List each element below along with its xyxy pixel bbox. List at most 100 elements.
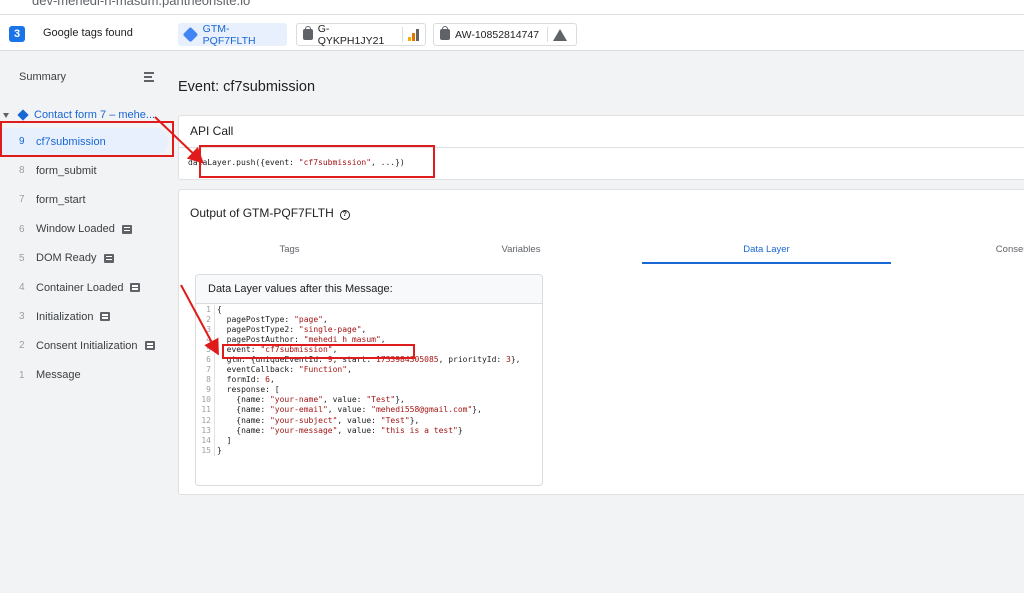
code-value: "your-subject" bbox=[269, 415, 338, 425]
code-text: response: [ bbox=[217, 385, 280, 395]
code-text: {name: bbox=[217, 415, 270, 425]
code-line: 8 formId: 6, bbox=[196, 375, 542, 386]
event-number: 6 bbox=[19, 223, 25, 235]
annotation-box-event-line bbox=[222, 344, 415, 359]
data-layer-code: 1{2 pagePostType: "page", 3 pagePostType2… bbox=[196, 305, 542, 456]
sidebar-event-container-loaded[interactable]: 4 Container Loaded bbox=[0, 274, 171, 301]
event-label: Window Loaded bbox=[36, 223, 115, 236]
tag-chip-gtm[interactable]: GTM-PQF7FLTH bbox=[178, 23, 287, 47]
message-icon bbox=[130, 283, 141, 292]
code-text: , value: bbox=[322, 395, 367, 405]
code-value: "page" bbox=[294, 315, 323, 325]
message-icon bbox=[144, 341, 155, 351]
sidebar-event-dom-ready[interactable]: 5 DOM Ready bbox=[0, 245, 171, 272]
help-icon[interactable]: ? bbox=[339, 210, 350, 220]
code-text: , bbox=[347, 365, 352, 375]
code-text: , value: bbox=[327, 405, 372, 415]
sidebar-event-consent-initialization[interactable]: 2 Consent Initialization bbox=[0, 332, 171, 359]
code-value: "your-name" bbox=[269, 395, 323, 405]
code-value: "your-email" bbox=[269, 405, 328, 415]
code-line: 11 {name: "your-email", value: "mehedi55… bbox=[196, 405, 542, 416]
gtm-icon bbox=[182, 26, 198, 43]
event-label: DOM Ready bbox=[36, 252, 97, 265]
event-number: 7 bbox=[19, 194, 25, 206]
tab-data-layer[interactable]: Data Layer bbox=[642, 238, 891, 264]
code-line: 10 {name: "your-name", value: "Test"}, bbox=[196, 395, 542, 406]
output-title: Output of GTM-PQF7FLTH? bbox=[190, 206, 350, 220]
code-value: "Test" bbox=[366, 395, 396, 405]
code-line: 13 {name: "your-message", value: "this i… bbox=[196, 425, 542, 436]
sidebar-event-message[interactable]: 1 Message bbox=[0, 362, 171, 389]
event-number: 4 bbox=[19, 282, 25, 293]
bag-icon bbox=[440, 26, 450, 40]
line-number: 5 bbox=[206, 345, 211, 355]
container-label: Contact form 7 – mehe... bbox=[34, 109, 156, 121]
tags-count-badge: 3 bbox=[9, 26, 25, 42]
line-number: 14 bbox=[201, 435, 211, 445]
data-layer-header: Data Layer values after this Message: bbox=[196, 275, 542, 304]
tab-tags[interactable]: Tags bbox=[179, 238, 400, 264]
event-label: Message bbox=[36, 369, 81, 382]
tag-chip-ga4[interactable]: G-QYKPH1JY21 bbox=[296, 23, 426, 47]
event-number: 8 bbox=[19, 165, 25, 177]
google-ads-icon bbox=[553, 28, 569, 41]
line-number: 15 bbox=[201, 445, 211, 455]
data-layer-panel: Data Layer values after this Message: 1{… bbox=[195, 274, 543, 486]
tab-variables[interactable]: Variables bbox=[400, 238, 642, 264]
sidebar-event-initialization[interactable]: 3 Initialization bbox=[0, 303, 171, 330]
code-text: pagePostType2: bbox=[217, 325, 299, 335]
code-text: }, bbox=[409, 415, 420, 425]
event-label: form_start bbox=[36, 193, 86, 206]
code-text: formId: bbox=[217, 375, 266, 385]
code-text: , value: bbox=[337, 425, 381, 435]
line-number: 3 bbox=[206, 325, 211, 335]
code-text: pagePostType: bbox=[217, 315, 295, 325]
code-line: 1{ bbox=[196, 305, 542, 316]
code-text: {name: bbox=[217, 425, 270, 435]
summary-link[interactable]: Summary bbox=[19, 71, 66, 83]
code-text: , bbox=[322, 315, 328, 325]
message-icon bbox=[103, 253, 114, 263]
code-line: 3 pagePostType2: "single-page", bbox=[196, 325, 542, 336]
sidebar-event-form-submit[interactable]: 8 form_submit bbox=[0, 157, 171, 184]
code-value: "Test" bbox=[380, 415, 410, 425]
code-text: eventCallback: bbox=[217, 365, 299, 375]
code-text: }, bbox=[395, 395, 405, 405]
line-number: 10 bbox=[201, 395, 211, 405]
tag-assistant-topbar: 3 Google tags found GTM-PQF7FLTH G-QYKPH… bbox=[0, 15, 1024, 51]
code-text: ] bbox=[217, 435, 232, 445]
api-call-title: API Call bbox=[190, 124, 234, 138]
main-panel: Event: cf7submission API Call dataLayer.… bbox=[171, 51, 1024, 593]
line-number: 12 bbox=[201, 415, 211, 425]
page-title: Event: cf7submission bbox=[178, 79, 316, 95]
analytics-icon bbox=[407, 28, 419, 41]
line-number: 8 bbox=[206, 375, 211, 385]
sidebar-event-form-start[interactable]: 7 form_start bbox=[0, 186, 171, 213]
tag-chip-google-ads[interactable]: AW-10852814747 bbox=[433, 23, 577, 46]
bag-icon bbox=[303, 26, 313, 40]
event-label: Consent Initialization bbox=[36, 339, 138, 352]
code-value: "mehedi558@gmail.com" bbox=[371, 405, 473, 415]
code-line: 7 eventCallback: "Function", bbox=[196, 365, 542, 376]
code-value: "Function" bbox=[298, 365, 348, 375]
code-text: {name: bbox=[217, 405, 270, 415]
event-number: 5 bbox=[19, 252, 25, 264]
line-number: 2 bbox=[206, 315, 211, 325]
output-tabs: Tags Variables Data Layer Consent bbox=[179, 238, 1024, 264]
line-number: 9 bbox=[206, 385, 211, 395]
output-card: Output of GTM-PQF7FLTH? Tags Variables D… bbox=[178, 189, 1024, 495]
gtm-icon bbox=[17, 109, 29, 121]
code-value: "your-message" bbox=[269, 425, 338, 435]
code-text: { bbox=[217, 305, 222, 314]
clear-list-icon[interactable] bbox=[144, 71, 156, 83]
code-text: }, bbox=[472, 405, 482, 415]
code-text: } bbox=[217, 445, 222, 455]
sidebar-event-window-loaded[interactable]: 6 Window Loaded bbox=[0, 216, 171, 243]
tab-consent[interactable]: Consent bbox=[891, 238, 1024, 264]
code-value: "this is a test" bbox=[380, 425, 458, 435]
line-number: 6 bbox=[206, 355, 211, 365]
code-text: }, bbox=[510, 355, 521, 365]
url-text: dev-mehedi-h-masum.pantheonsite.io bbox=[32, 0, 251, 8]
line-number: 7 bbox=[206, 365, 211, 375]
line-number: 13 bbox=[201, 425, 211, 435]
